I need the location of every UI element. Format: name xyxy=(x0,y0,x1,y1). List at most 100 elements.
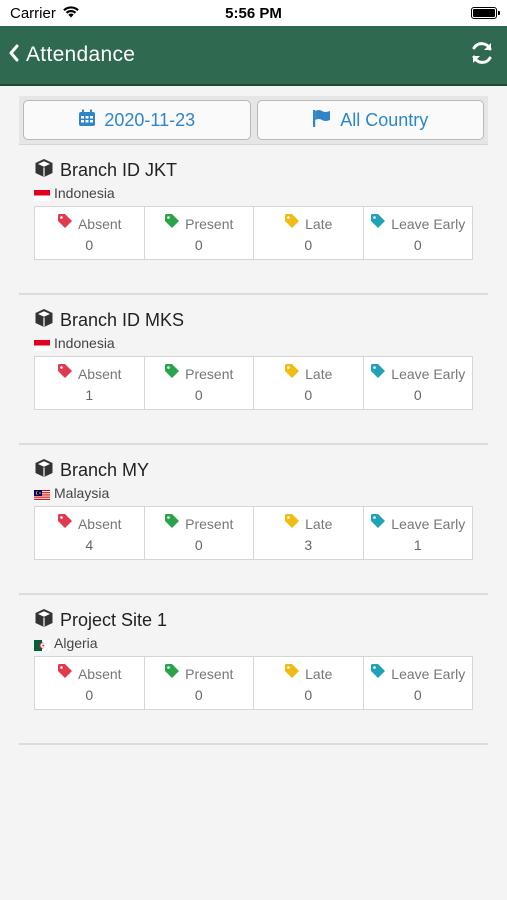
tag-icon xyxy=(164,213,180,234)
stat-late[interactable]: Late 0 xyxy=(254,657,364,709)
country-name: Indonesia xyxy=(54,185,115,201)
stat-leave-early-label: Leave Early xyxy=(391,665,466,682)
country-row: Indonesia xyxy=(34,335,473,351)
stat-present[interactable]: Present 0 xyxy=(145,207,254,259)
indonesia-flag-icon xyxy=(34,338,50,351)
attendance-stats: Absent 1 Present 0 Late 0 Leave Early 0 xyxy=(34,356,473,410)
cube-icon xyxy=(34,458,54,483)
branch-list: Branch ID JKT Indonesia Absent 0 Present… xyxy=(19,145,488,745)
tag-icon xyxy=(284,513,300,534)
stat-present-value: 0 xyxy=(194,687,203,703)
tag-icon xyxy=(370,213,386,234)
calendar-icon xyxy=(78,109,96,132)
tag-icon xyxy=(164,513,180,534)
stat-leave-early-value: 0 xyxy=(413,387,422,403)
country-filter-button[interactable]: All Country xyxy=(256,100,484,140)
refresh-icon xyxy=(469,40,495,71)
stat-present-label: Present xyxy=(185,365,234,382)
cube-icon xyxy=(34,308,54,333)
country-name: Malaysia xyxy=(54,485,110,501)
stat-late-label: Late xyxy=(305,365,333,382)
stat-late-label: Late xyxy=(305,515,333,532)
tag-icon xyxy=(164,363,180,384)
refresh-button[interactable] xyxy=(469,40,495,71)
branch-card[interactable]: Branch ID JKT Indonesia Absent 0 Present… xyxy=(19,145,488,295)
tag-icon xyxy=(370,663,386,684)
tag-icon xyxy=(57,213,73,234)
country-name: Indonesia xyxy=(54,335,115,351)
tag-icon xyxy=(57,663,73,684)
malaysia-flag-icon xyxy=(34,488,50,501)
branch-title-row: Branch ID MKS xyxy=(34,308,473,333)
filter-bar: 2020-11-23 All Country xyxy=(19,96,488,145)
tag-icon xyxy=(284,663,300,684)
branch-card[interactable]: Branch MY Malaysia Absent 4 Present 0 La… xyxy=(19,445,488,595)
stat-late[interactable]: Late 3 xyxy=(254,507,364,559)
stat-leave-early-label: Leave Early xyxy=(391,515,466,532)
tag-icon xyxy=(57,513,73,534)
stat-leave-early-value: 0 xyxy=(413,687,422,703)
country-row: Indonesia xyxy=(34,185,473,201)
country-row: Malaysia xyxy=(34,485,473,501)
branch-card[interactable]: Project Site 1 Algeria Absent 0 Present … xyxy=(19,595,488,745)
back-button[interactable]: Attendance xyxy=(8,43,135,67)
attendance-stats: Absent 0 Present 0 Late 0 Leave Early 0 xyxy=(34,206,473,260)
stat-present-value: 0 xyxy=(194,537,203,553)
stat-absent-label: Absent xyxy=(77,365,122,382)
date-filter-label: 2020-11-23 xyxy=(104,109,196,130)
branch-name: Branch ID MKS xyxy=(60,310,185,330)
stat-late-value: 0 xyxy=(304,237,313,253)
stat-leave-early[interactable]: Leave Early 1 xyxy=(364,507,473,559)
country-name: Algeria xyxy=(54,635,98,651)
tag-icon xyxy=(57,363,73,384)
cube-icon xyxy=(34,608,54,633)
stat-leave-early[interactable]: Leave Early 0 xyxy=(364,357,473,409)
stat-leave-early-value: 0 xyxy=(413,237,422,253)
stat-absent-label: Absent xyxy=(77,215,122,232)
navbar: Attendance xyxy=(0,26,507,86)
tag-icon xyxy=(164,663,180,684)
stat-absent-label: Absent xyxy=(77,515,122,532)
stat-leave-early-label: Leave Early xyxy=(391,215,466,232)
stat-absent[interactable]: Absent 0 xyxy=(35,207,145,259)
stat-present[interactable]: Present 0 xyxy=(145,657,254,709)
tag-icon xyxy=(284,363,300,384)
stat-absent[interactable]: Absent 4 xyxy=(35,507,145,559)
stat-leave-early[interactable]: Leave Early 0 xyxy=(364,207,473,259)
stat-absent[interactable]: Absent 1 xyxy=(35,357,145,409)
stat-absent-value: 1 xyxy=(85,387,94,403)
stat-present[interactable]: Present 0 xyxy=(145,357,254,409)
stat-absent-label: Absent xyxy=(77,665,122,682)
flag-icon xyxy=(312,109,332,132)
stat-leave-early-label: Leave Early xyxy=(391,365,466,382)
chevron-left-icon xyxy=(8,44,20,67)
tag-icon xyxy=(284,213,300,234)
country-filter-label: All Country xyxy=(340,109,429,130)
branch-title-row: Project Site 1 xyxy=(34,608,473,633)
branch-title-row: Branch MY xyxy=(34,458,473,483)
stat-present[interactable]: Present 0 xyxy=(145,507,254,559)
stat-late-label: Late xyxy=(305,215,333,232)
stat-absent-value: 0 xyxy=(85,687,94,703)
attendance-stats: Absent 0 Present 0 Late 0 Leave Early 0 xyxy=(34,656,473,710)
stat-absent[interactable]: Absent 0 xyxy=(35,657,145,709)
indonesia-flag-icon xyxy=(34,188,50,201)
content: 2020-11-23 All Country Branch ID JKT Ind… xyxy=(0,86,507,745)
stat-late[interactable]: Late 0 xyxy=(254,207,364,259)
branch-card[interactable]: Branch ID MKS Indonesia Absent 1 Present… xyxy=(19,295,488,445)
algeria-flag-icon xyxy=(34,638,50,651)
stat-late[interactable]: Late 0 xyxy=(254,357,364,409)
stat-present-value: 0 xyxy=(194,387,203,403)
branch-name: Branch MY xyxy=(60,460,150,480)
attendance-stats: Absent 4 Present 0 Late 3 Leave Early 1 xyxy=(34,506,473,560)
cube-icon xyxy=(34,158,54,183)
status-bar: Carrier 5:56 PM xyxy=(0,0,507,26)
date-filter-button[interactable]: 2020-11-23 xyxy=(23,100,251,140)
stat-present-label: Present xyxy=(185,515,234,532)
country-row: Algeria xyxy=(34,635,473,651)
stat-late-label: Late xyxy=(305,665,333,682)
status-time: 5:56 PM xyxy=(225,4,282,22)
tag-icon xyxy=(370,363,386,384)
stat-leave-early[interactable]: Leave Early 0 xyxy=(364,657,473,709)
stat-present-label: Present xyxy=(185,215,234,232)
